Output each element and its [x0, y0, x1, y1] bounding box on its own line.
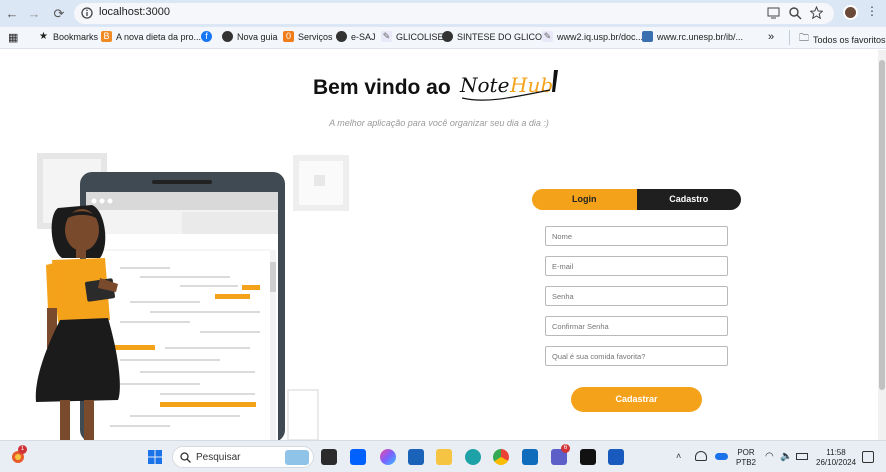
all-bookmarks[interactable]: 🗀 Todos os favoritos [799, 31, 886, 48]
bookmark-item[interactable]: f [201, 31, 212, 42]
reload-icon[interactable]: ⟳ [50, 5, 68, 23]
search-icon [180, 452, 191, 463]
chevron-up-icon[interactable]: ˄ [676, 451, 681, 461]
taskbar-search[interactable]: Pesquisar [172, 446, 314, 468]
page-title: Bem vindo ao [313, 76, 451, 99]
forward-icon[interactable]: → [25, 5, 43, 23]
taskbar: 1 Pesquisar 6 ˄ POR PTB2 ◠ 🔈 11:58 26/10… [0, 440, 886, 472]
wifi-icon[interactable]: ◠ [765, 451, 774, 462]
sync-icon[interactable] [695, 451, 707, 461]
bookmarks-bar: ▦ ★ Bookmarks BA nova dieta da pro... f N… [0, 27, 886, 49]
more-bookmarks[interactable]: » [768, 31, 774, 43]
bf-icon: B [101, 31, 112, 42]
star-icon: ★ [39, 31, 48, 42]
clock[interactable]: 11:58 26/10/2024 [816, 448, 856, 468]
woman-with-tablet-illustration [35, 153, 349, 440]
install-app-icon[interactable] [767, 7, 780, 19]
scroll-thumb[interactable] [879, 60, 885, 390]
tab-login[interactable]: Login [532, 189, 637, 210]
word-icon[interactable] [608, 449, 624, 465]
teams-icon[interactable]: 6 [551, 444, 570, 465]
services-icon: 0 [283, 31, 294, 42]
globe-icon [442, 31, 453, 42]
file-explorer-icon[interactable] [436, 449, 452, 465]
profile-avatar[interactable] [843, 5, 858, 20]
signup-button[interactable]: Cadastrar [571, 387, 702, 412]
weather-badge: 1 [18, 445, 27, 454]
address-bar[interactable]: localhost:3000 [74, 3, 834, 24]
bookmark-item[interactable]: ✎ www2.iq.usp.br/doc... [542, 31, 643, 42]
bookmark-item[interactable]: e-SAJ [336, 31, 376, 42]
password-field[interactable] [545, 286, 728, 306]
menu-icon[interactable]: ⋮ [866, 4, 878, 18]
outlook-icon[interactable] [522, 449, 538, 465]
zoom-icon[interactable] [789, 7, 802, 20]
bookmark-item[interactable]: SINTESE DO GLICO... [442, 31, 550, 42]
terminal-icon[interactable] [580, 449, 596, 465]
volume-icon[interactable]: 🔈 [780, 451, 792, 462]
copilot-icon[interactable] [380, 449, 396, 465]
folder-icon: 🗀 [799, 33, 809, 44]
bookmark-item[interactable]: 0 Serviços [283, 31, 333, 42]
page-scrollbar[interactable] [878, 50, 886, 440]
weather-widget[interactable]: 1 [10, 445, 27, 465]
unesp-icon [642, 31, 653, 42]
tab-cadastro[interactable]: Cadastro [636, 189, 741, 210]
name-field[interactable] [545, 226, 728, 246]
apps-icon[interactable]: ▦ [8, 31, 18, 44]
url-text: localhost:3000 [99, 6, 170, 18]
divider [789, 30, 790, 45]
bookmark-item[interactable]: www.rc.unesp.br/ib/... [642, 31, 743, 42]
browser-toolbar: ← → ⟳ localhost:3000 ⋮ [0, 0, 886, 27]
dropbox-icon[interactable] [350, 449, 366, 465]
language-indicator[interactable]: POR PTB2 [736, 448, 756, 468]
star-bookmark-icon[interactable] [810, 6, 823, 19]
facebook-icon: f [201, 31, 212, 42]
auth-tabs: Login Cadastro [532, 189, 741, 210]
chrome-icon[interactable] [493, 449, 509, 465]
globe-icon [336, 31, 347, 42]
search-highlight-icon [285, 450, 309, 465]
bookmark-item[interactable]: ✎ GLICOLISE [381, 31, 444, 42]
globe-icon [222, 31, 233, 42]
battery-icon[interactable] [796, 453, 808, 460]
onedrive-icon[interactable] [715, 453, 728, 460]
back-icon[interactable]: ← [3, 5, 21, 23]
confirm-password-field[interactable] [545, 316, 728, 336]
email-field[interactable] [545, 256, 728, 276]
site-info-icon[interactable] [81, 7, 93, 19]
bookmark-item[interactable]: Nova guia [222, 31, 278, 42]
page-subtitle: A melhor aplicação para você organizar s… [329, 118, 549, 128]
task-view-icon[interactable] [321, 449, 337, 465]
security-question-field[interactable] [545, 346, 728, 366]
windows-start-icon[interactable] [148, 450, 162, 464]
bookmark-item[interactable]: ★ Bookmarks [38, 31, 98, 42]
edge-icon[interactable] [465, 449, 481, 465]
svg-text:Note: Note [459, 73, 509, 97]
doc-icon: ✎ [381, 31, 392, 42]
page-content: Bem vindo ao Note Hub A melhor aplicação… [0, 50, 878, 440]
bookmark-item[interactable]: BA nova dieta da pro... [101, 31, 201, 42]
doc-icon: ✎ [542, 31, 553, 42]
teams-badge: 6 [561, 444, 570, 453]
notification-icon[interactable] [862, 451, 874, 463]
store-icon[interactable] [408, 449, 424, 465]
